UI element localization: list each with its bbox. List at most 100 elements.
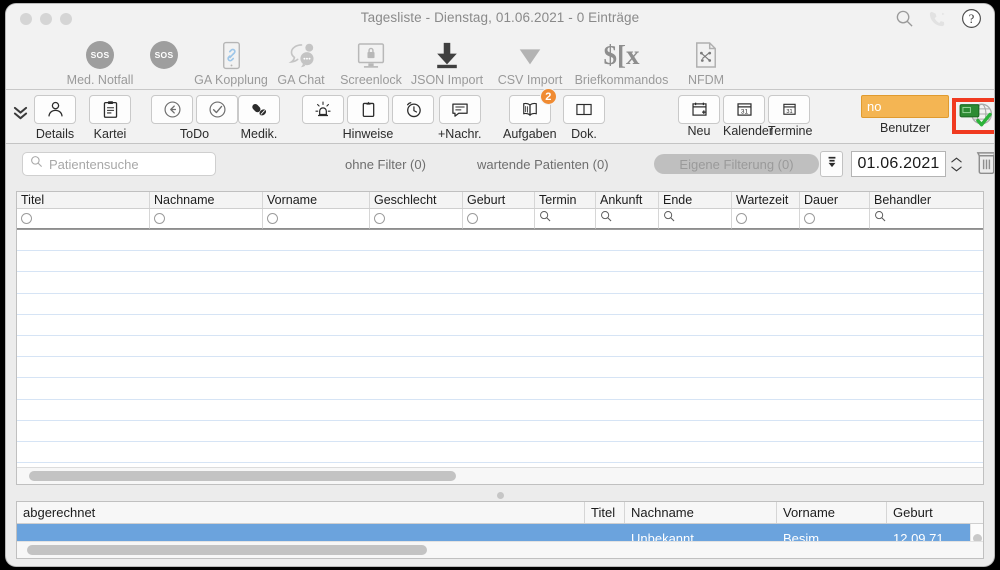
- column-filter-cell[interactable]: [596, 209, 659, 229]
- splitter-grip[interactable]: [496, 491, 504, 499]
- circle-icon: [736, 213, 747, 224]
- date-stepper[interactable]: [948, 151, 964, 177]
- panel-splitter[interactable]: [16, 489, 984, 501]
- toolbar-item-ga-kopplung[interactable]: GA Kopplung: [194, 35, 268, 87]
- column-header[interactable]: Behandler: [870, 192, 983, 208]
- column-header[interactable]: Dauer: [800, 192, 870, 208]
- toolbar-item-briefkommandos[interactable]: $[x Briefkommandos: [572, 35, 671, 87]
- help-icon[interactable]: ?: [961, 8, 982, 29]
- column-filter-cell[interactable]: [535, 209, 596, 229]
- egk-card-button[interactable]: [952, 98, 994, 134]
- monitor-lock-icon: [356, 38, 386, 72]
- medikation-button[interactable]: [238, 95, 280, 124]
- search-input[interactable]: Patientensuche: [49, 157, 139, 172]
- toolbar-item-nfdm[interactable]: NFDM: [671, 35, 741, 87]
- toolbar-item-screenlock[interactable]: Screenlock: [336, 35, 406, 87]
- table-row[interactable]: [17, 399, 983, 421]
- date-field[interactable]: 01.06.2021: [851, 151, 946, 177]
- bottom-column-header[interactable]: Geburt: [887, 502, 972, 523]
- column-filter-cell[interactable]: [150, 209, 263, 229]
- health-card-globe-check-icon: [958, 100, 994, 133]
- function-group-medik: Medik.: [238, 95, 280, 141]
- patient-search-box[interactable]: Patientensuche: [22, 152, 216, 176]
- kartei-button[interactable]: [89, 95, 131, 124]
- neuer-termin-button[interactable]: [678, 95, 720, 124]
- column-header[interactable]: Wartezeit: [732, 192, 800, 208]
- todo-back-button[interactable]: [151, 95, 193, 124]
- column-header[interactable]: Ankunft: [596, 192, 659, 208]
- column-filter-cell[interactable]: [870, 209, 983, 229]
- todo-done-button[interactable]: [196, 95, 238, 124]
- wartende-patienten-link[interactable]: wartende Patienten (0): [477, 157, 609, 172]
- column-filter-cell[interactable]: [263, 209, 370, 229]
- benutzer-field[interactable]: no: [861, 95, 949, 118]
- double-chevron-down-icon[interactable]: [10, 102, 30, 124]
- bottom-column-header[interactable]: abgerechnet: [17, 502, 585, 523]
- column-header[interactable]: Geschlecht: [370, 192, 463, 208]
- table-row[interactable]: [17, 314, 983, 336]
- function-group-kalender: 31 31 Neu Kalender Termine: [678, 95, 812, 138]
- toolbar-item-med-notfall[interactable]: SOS Med. Notfall: [67, 35, 133, 87]
- bottom-row-cell: [585, 531, 625, 541]
- dokumente-button[interactable]: [563, 95, 605, 124]
- alarm-clock-button[interactable]: [392, 95, 434, 124]
- phone-icon[interactable]: [928, 9, 947, 28]
- bottom-vertical-scrollbar[interactable]: [970, 524, 983, 543]
- bottom-column-header[interactable]: Titel: [585, 502, 625, 523]
- details-button[interactable]: [34, 95, 76, 124]
- column-header[interactable]: Ende: [659, 192, 732, 208]
- scrollbar-thumb[interactable]: [27, 545, 427, 555]
- column-header[interactable]: Nachname: [150, 192, 263, 208]
- column-header[interactable]: Vorname: [263, 192, 370, 208]
- table-row[interactable]: [17, 272, 983, 294]
- group-label: Dok.: [571, 127, 597, 141]
- table-horizontal-scrollbar[interactable]: [17, 467, 983, 484]
- clipboard-warning-button[interactable]: [347, 95, 389, 124]
- bottom-row-cell: 12.09.71: [893, 531, 944, 541]
- trash-button[interactable]: [972, 149, 994, 179]
- table-row[interactable]: [17, 251, 983, 273]
- table-row[interactable]: [17, 293, 983, 315]
- table-row[interactable]: [17, 420, 983, 442]
- eigene-filterung-pill[interactable]: Eigene Filterung (0): [654, 154, 819, 174]
- column-filter-cell[interactable]: [370, 209, 463, 229]
- aufgaben-badge: 2: [539, 88, 557, 105]
- table-row[interactable]: [17, 441, 983, 464]
- bottom-selected-row[interactable]: Unbekannt Besim 12.09.71: [17, 524, 983, 541]
- function-group-details: Details: [34, 95, 76, 141]
- column-filter-cell[interactable]: [463, 209, 535, 229]
- column-filter-cell[interactable]: [800, 209, 870, 229]
- bottom-row-cell: Unbekannt: [631, 531, 694, 541]
- table-row[interactable]: [17, 335, 983, 358]
- bottom-column-header[interactable]: Vorname: [777, 502, 887, 523]
- table-row[interactable]: [17, 357, 983, 379]
- aufgaben-button[interactable]: 2: [508, 88, 557, 124]
- filter-dropdown-button[interactable]: [820, 151, 843, 177]
- neue-nachricht-button[interactable]: [438, 95, 481, 124]
- table-row[interactable]: [17, 378, 983, 400]
- bottom-panel: abgerechnet Titel Nachname Vorname Geburt Un…: [16, 501, 984, 559]
- bottom-horizontal-scrollbar[interactable]: [17, 541, 983, 558]
- toolbar-item-json-import[interactable]: JSON Import: [406, 35, 488, 87]
- termine-button[interactable]: 31: [768, 95, 810, 124]
- icon-toolbar: SOS Med. Notfall SOS GA Kopplung GA Chat…: [6, 34, 994, 90]
- column-header[interactable]: Geburt: [463, 192, 535, 208]
- toolbar-item-csv-import[interactable]: CSV Import: [488, 35, 572, 87]
- toolbar-item-sos-secondary[interactable]: SOS: [132, 35, 196, 73]
- kalender-button[interactable]: 31: [723, 95, 765, 124]
- svg-text:31: 31: [786, 109, 792, 115]
- bottom-column-header[interactable]: Nachname: [625, 502, 777, 523]
- column-filter-cell[interactable]: [659, 209, 732, 229]
- alarm-light-button[interactable]: [302, 95, 344, 124]
- toolbar-item-ga-chat[interactable]: GA Chat: [266, 35, 336, 87]
- table-row[interactable]: [17, 230, 983, 252]
- column-filter-cell[interactable]: [732, 209, 800, 229]
- function-group-aufgaben: 2 Aufgaben: [503, 88, 557, 141]
- scrollbar-thumb[interactable]: [29, 471, 456, 481]
- column-filter-cell[interactable]: [17, 209, 150, 229]
- search-icon[interactable]: [895, 9, 914, 28]
- column-header[interactable]: Titel: [17, 192, 150, 208]
- group-label: Medik.: [240, 127, 278, 141]
- ohne-filter-link[interactable]: ohne Filter (0): [345, 157, 426, 172]
- column-header[interactable]: Termin: [535, 192, 596, 208]
